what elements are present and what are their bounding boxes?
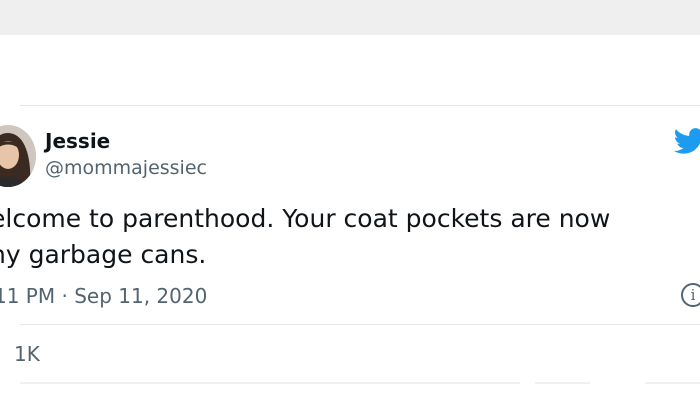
info-icon[interactable]: i bbox=[681, 283, 700, 307]
top-bar bbox=[0, 0, 700, 35]
stats-divider bbox=[20, 324, 700, 325]
twitter-bird-icon[interactable] bbox=[673, 125, 700, 157]
author-name[interactable]: Jessie bbox=[45, 129, 110, 153]
tweet-text: elcome to parenthood. Your coat pockets … bbox=[0, 201, 700, 273]
like-count[interactable]: 1K bbox=[14, 342, 40, 366]
top-divider bbox=[20, 105, 700, 106]
tweet-text-line: elcome to parenthood. Your coat pockets … bbox=[0, 204, 611, 233]
author-handle[interactable]: @mommajessiec bbox=[45, 157, 207, 179]
tweet-timestamp[interactable]: 11 PM · Sep 11, 2020 bbox=[0, 284, 207, 308]
bottom-divider bbox=[535, 382, 590, 384]
bottom-divider bbox=[20, 382, 520, 384]
avatar[interactable] bbox=[0, 125, 36, 187]
tweet-text-line: ny garbage cans. bbox=[0, 240, 207, 269]
bottom-divider bbox=[645, 382, 700, 384]
